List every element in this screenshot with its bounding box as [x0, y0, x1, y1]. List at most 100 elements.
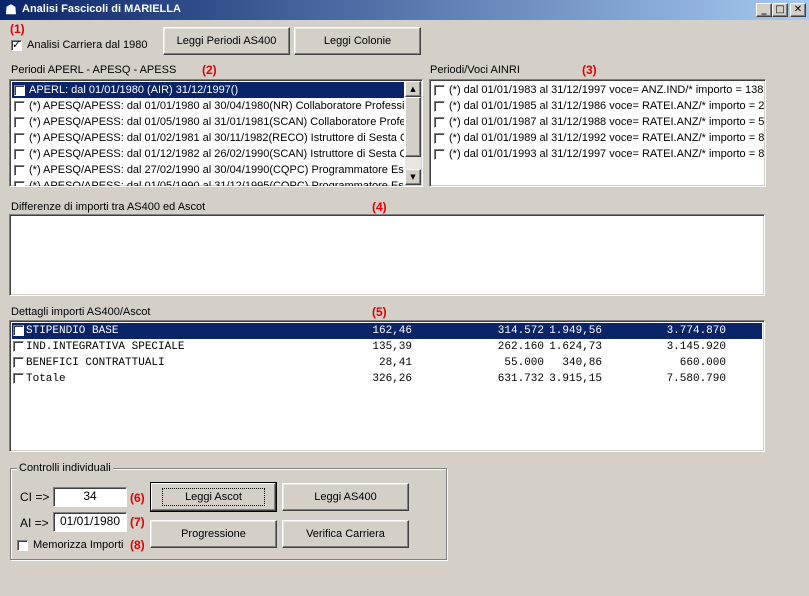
cell-v2: 631.732 — [497, 373, 544, 385]
periodo-item[interactable]: (*) APESQ/APESS: dal 01/05/1980 al 31/01… — [12, 114, 404, 130]
dettaglio-row[interactable]: Totale 326,26 631.732 3.915,15 7.580.790 — [12, 371, 762, 387]
progressione-button[interactable]: Progressione — [150, 520, 277, 548]
cell-v2: 55.000 — [504, 357, 544, 369]
periodo-item[interactable]: (*) APESQ/APESS: dal 01/05/1990 al 31/12… — [12, 178, 404, 187]
item-checkbox-icon[interactable] — [434, 116, 445, 128]
dettagli-list[interactable]: STIPENDIO BASE 162,46 314.572 1.949,56 3.774… — [9, 320, 765, 452]
item-checkbox-icon[interactable] — [434, 84, 445, 96]
periodi-scrollbar[interactable]: ▲ ▼ — [405, 81, 421, 185]
periodo-item[interactable]: (*) APESQ/APESS: dal 01/02/1981 al 30/11… — [12, 130, 404, 146]
voce-item-text: (*) dal 01/01/1983 al 31/12/1997 voce= A… — [449, 84, 764, 96]
leggi-periodi-as400-button[interactable]: Leggi Periodi AS400 — [163, 27, 290, 55]
dettaglio-row[interactable]: BENEFICI CONTRATTUALI 28,41 55.000 340,86 66… — [12, 355, 762, 371]
dettaglio-row[interactable]: IND.INTEGRATIVA SPECIALE 135,39 262.160 1.6… — [12, 339, 762, 355]
voci-label: Periodi/Voci AINRI — [430, 64, 520, 76]
ai-label: AI => — [20, 516, 49, 530]
periodo-item-text: (*) APESQ/APESS: dal 01/05/1980 al 31/01… — [29, 116, 404, 128]
window-title: Analisi Fascicoli di MARIELLA — [22, 3, 181, 15]
marker-1: (1) — [10, 22, 25, 36]
analisi-carriera-checkbox[interactable]: Analisi Carriera dal 1980 — [11, 38, 147, 51]
voce-item[interactable]: (*) dal 01/01/1987 al 31/12/1988 voce= R… — [432, 114, 765, 130]
periodi-list[interactable]: APERL: dal 01/01/1980 (AIR) 31/12/1997()… — [9, 79, 423, 187]
item-checkbox-icon[interactable] — [14, 164, 25, 176]
marker-5: (5) — [372, 305, 387, 319]
voce-item-text: (*) dal 01/01/1993 al 31/12/1997 voce= R… — [449, 148, 765, 160]
voce-item[interactable]: (*) dal 01/01/1985 al 31/12/1986 voce= R… — [432, 98, 765, 114]
cell-v1: 326,26 — [372, 373, 412, 385]
app-icon[interactable]: ☗ — [3, 2, 19, 18]
cell-v3: 3.915,15 — [549, 373, 602, 385]
item-checkbox-icon[interactable] — [14, 180, 25, 186]
cell-v4: 3.774.870 — [666, 325, 726, 337]
dettaglio-row[interactable]: STIPENDIO BASE 162,46 314.572 1.949,56 3.774… — [12, 323, 762, 339]
voci-list[interactable]: (*) dal 01/01/1983 al 31/12/1997 voce= A… — [429, 79, 766, 187]
memorizza-check-icon[interactable] — [17, 539, 28, 551]
cell-name: STIPENDIO BASE — [26, 325, 119, 337]
cell-v3: 1.624,73 — [549, 341, 602, 353]
verifica-carriera-button[interactable]: Verifica Carriera — [282, 520, 409, 548]
periodi-label: Periodi APERL - APESQ - APESS — [11, 64, 177, 76]
leggi-colonie-button[interactable]: Leggi Colonie — [294, 27, 421, 55]
cell-v1: 28,41 — [378, 357, 412, 369]
periodi-rows: APERL: dal 01/01/1980 (AIR) 31/12/1997()… — [12, 82, 404, 187]
periodo-item[interactable]: (*) APESQ/APESS: dal 01/12/1982 al 26/02… — [12, 146, 404, 162]
cell-v2: 262.160 — [497, 341, 544, 353]
item-checkbox-icon[interactable] — [14, 100, 25, 112]
cell-name: IND.INTEGRATIVA SPECIALE — [26, 341, 185, 353]
item-checkbox-icon[interactable] — [14, 116, 25, 128]
item-checkbox-icon[interactable] — [14, 84, 25, 96]
scroll-down-icon[interactable]: ▼ — [405, 169, 421, 185]
ci-label: CI => — [20, 490, 50, 504]
scroll-up-icon[interactable]: ▲ — [405, 81, 421, 97]
leggi-as400-button[interactable]: Leggi AS400 — [282, 483, 409, 511]
cell-v4: 660.000 — [679, 357, 726, 369]
item-checkbox-icon[interactable] — [434, 100, 445, 112]
ai-input[interactable]: 01/01/1980 — [53, 512, 127, 532]
item-checkbox-icon[interactable] — [434, 132, 445, 144]
marker-8: (8) — [130, 538, 145, 552]
periodo-item-text: (*) APESQ/APESS: dal 01/01/1980 al 30/04… — [29, 100, 404, 112]
ci-input[interactable]: 34 — [53, 487, 127, 507]
leggi-ascot-button[interactable]: Leggi Ascot — [150, 482, 277, 512]
analisi-carriera-check-icon[interactable] — [11, 38, 22, 51]
periodo-item-text: APERL: dal 01/01/1980 (AIR) 31/12/1997() — [29, 84, 239, 96]
minimize-button[interactable]: _ — [756, 3, 772, 17]
cell-name: BENEFICI CONTRATTUALI — [26, 357, 165, 369]
memorizza-importi-checkbox[interactable]: Memorizza Importi — [17, 539, 123, 551]
voce-item-text: (*) dal 01/01/1987 al 31/12/1988 voce= R… — [449, 116, 765, 128]
item-checkbox-icon[interactable] — [14, 132, 25, 144]
marker-4: (4) — [372, 200, 387, 214]
item-checkbox-icon[interactable] — [434, 148, 445, 160]
voci-rows: (*) dal 01/01/1983 al 31/12/1997 voce= A… — [432, 82, 765, 162]
differenze-label: Differenze di importi tra AS400 ed Ascot — [11, 201, 206, 213]
voce-item[interactable]: (*) dal 01/01/1983 al 31/12/1997 voce= A… — [432, 82, 765, 98]
cell-v4: 7.580.790 — [666, 373, 726, 385]
memorizza-label: Memorizza Importi — [33, 539, 124, 551]
scroll-thumb[interactable] — [405, 97, 421, 157]
title-bar[interactable]: ☗ Analisi Fascicoli di MARIELLA _ □ ✕ — [0, 0, 809, 20]
periodo-item-text: (*) APESQ/APESS: dal 01/02/1981 al 30/11… — [29, 132, 404, 144]
row-checkbox-icon[interactable] — [13, 373, 24, 384]
cell-v1: 135,39 — [372, 341, 412, 353]
controlli-label: Controlli individuali — [17, 462, 113, 474]
periodo-item[interactable]: (*) APESQ/APESS: dal 01/01/1980 al 30/04… — [12, 98, 404, 114]
periodo-item-text: (*) APESQ/APESS: dal 27/02/1990 al 30/04… — [29, 164, 404, 176]
differenze-textarea[interactable] — [9, 214, 765, 296]
dettagli-rows: STIPENDIO BASE 162,46 314.572 1.949,56 3.774… — [12, 323, 762, 387]
maximize-button[interactable]: □ — [772, 3, 788, 17]
cell-v2: 314.572 — [497, 325, 544, 337]
cell-v1: 162,46 — [372, 325, 412, 337]
row-checkbox-icon[interactable] — [13, 357, 24, 368]
item-checkbox-icon[interactable] — [14, 148, 25, 160]
row-checkbox-icon[interactable] — [13, 325, 24, 336]
cell-v4: 3.145.920 — [666, 341, 726, 353]
voce-item[interactable]: (*) dal 01/01/1989 al 31/12/1992 voce= R… — [432, 130, 765, 146]
close-button[interactable]: ✕ — [790, 3, 806, 17]
periodo-item-text: (*) APESQ/APESS: dal 01/05/1990 al 31/12… — [29, 180, 404, 187]
periodo-item[interactable]: (*) APESQ/APESS: dal 27/02/1990 al 30/04… — [12, 162, 404, 178]
marker-3: (3) — [582, 63, 597, 77]
voce-item-text: (*) dal 01/01/1989 al 31/12/1992 voce= R… — [449, 132, 765, 144]
voce-item[interactable]: (*) dal 01/01/1993 al 31/12/1997 voce= R… — [432, 146, 765, 162]
periodo-item[interactable]: APERL: dal 01/01/1980 (AIR) 31/12/1997() — [12, 82, 404, 98]
row-checkbox-icon[interactable] — [13, 341, 24, 352]
